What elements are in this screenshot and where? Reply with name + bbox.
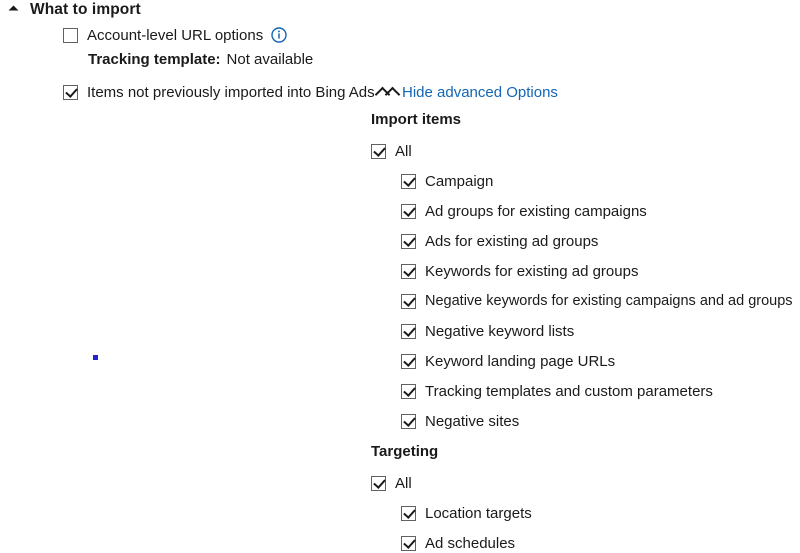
- import-items-heading: Import items: [371, 111, 462, 128]
- list-item[interactable]: Ad schedules: [401, 533, 515, 553]
- list-item[interactable]: Ads for existing ad groups: [401, 231, 598, 251]
- import-item-label: Negative keywords for existing campaigns…: [425, 293, 793, 309]
- list-item[interactable]: Keywords for existing ad groups: [401, 261, 638, 281]
- list-item[interactable]: Negative keywords for existing campaigns…: [401, 291, 793, 311]
- import-items-all-label: All: [395, 142, 412, 160]
- list-item[interactable]: Keyword landing page URLs: [401, 351, 615, 371]
- hide-advanced-options-link[interactable]: Hide advanced Options: [402, 84, 558, 101]
- targeting-item-label: Location targets: [425, 504, 532, 522]
- targeting-all-checkbox[interactable]: [371, 475, 386, 491]
- import-item-checkbox[interactable]: [401, 353, 416, 369]
- list-item[interactable]: Location targets: [401, 503, 532, 523]
- import-item-checkbox[interactable]: [401, 263, 416, 279]
- targeting-heading: Targeting: [371, 443, 439, 460]
- section-header-what-to-import[interactable]: What to import: [8, 0, 141, 20]
- list-item[interactable]: Campaign: [401, 171, 493, 191]
- import-item-checkbox[interactable]: [401, 203, 416, 219]
- page-title: What to import: [30, 1, 141, 18]
- import-item-label: Tracking templates and custom parameters: [425, 382, 713, 400]
- tracking-template-row: Tracking template: Not available: [88, 51, 313, 68]
- import-item-checkbox[interactable]: [401, 173, 416, 189]
- import-item-label: Keyword landing page URLs: [425, 352, 616, 370]
- targeting-item-checkbox[interactable]: [401, 535, 416, 551]
- blue-dot-marker: [93, 355, 98, 360]
- list-item[interactable]: Negative sites: [401, 411, 519, 431]
- account-level-url-options-row[interactable]: Account-level URL options: [63, 25, 287, 45]
- import-item-label: Campaign: [425, 172, 494, 190]
- targeting-item-checkbox[interactable]: [401, 505, 416, 521]
- items-not-previously-imported-row[interactable]: Items not previously imported into Bing …: [63, 82, 400, 102]
- list-item[interactable]: Ad groups for existing campaigns: [401, 201, 647, 221]
- import-item-label: Negative keyword lists: [425, 322, 575, 340]
- chevron-up-icon-advanced[interactable]: [374, 86, 391, 102]
- import-item-checkbox[interactable]: [401, 233, 416, 249]
- import-items-all-row[interactable]: All: [371, 141, 412, 161]
- list-item[interactable]: Negative keyword lists: [401, 321, 574, 341]
- import-item-label: Keywords for existing ad groups: [425, 262, 639, 280]
- targeting-all-row[interactable]: All: [371, 473, 412, 493]
- import-item-label: Negative sites: [425, 412, 520, 430]
- hide-advanced-options-link-row[interactable]: Hide advanced Options: [374, 82, 558, 102]
- import-item-checkbox[interactable]: [401, 323, 416, 339]
- info-circle-icon[interactable]: [271, 27, 287, 43]
- list-item[interactable]: Tracking templates and custom parameters: [401, 381, 713, 401]
- import-items-all-checkbox[interactable]: [371, 143, 386, 159]
- import-item-checkbox[interactable]: [401, 383, 416, 399]
- triangle-expanded-icon[interactable]: [8, 5, 19, 15]
- items-not-previously-imported-label: Items not previously imported into Bing …: [87, 83, 375, 101]
- import-item-label: Ad groups for existing campaigns: [425, 202, 647, 220]
- import-item-label: Ads for existing ad groups: [425, 232, 599, 250]
- import-item-checkbox[interactable]: [401, 413, 416, 429]
- account-level-url-options-checkbox[interactable]: [63, 27, 78, 43]
- tracking-template-value: Not available: [226, 51, 314, 68]
- tracking-template-label: Tracking template:: [88, 51, 221, 68]
- account-level-url-options-label: Account-level URL options: [87, 26, 264, 44]
- targeting-item-label: Ad schedules: [425, 534, 516, 552]
- targeting-all-label: All: [395, 474, 412, 492]
- items-not-previously-imported-checkbox[interactable]: [63, 84, 78, 100]
- import-item-checkbox[interactable]: [401, 293, 416, 309]
